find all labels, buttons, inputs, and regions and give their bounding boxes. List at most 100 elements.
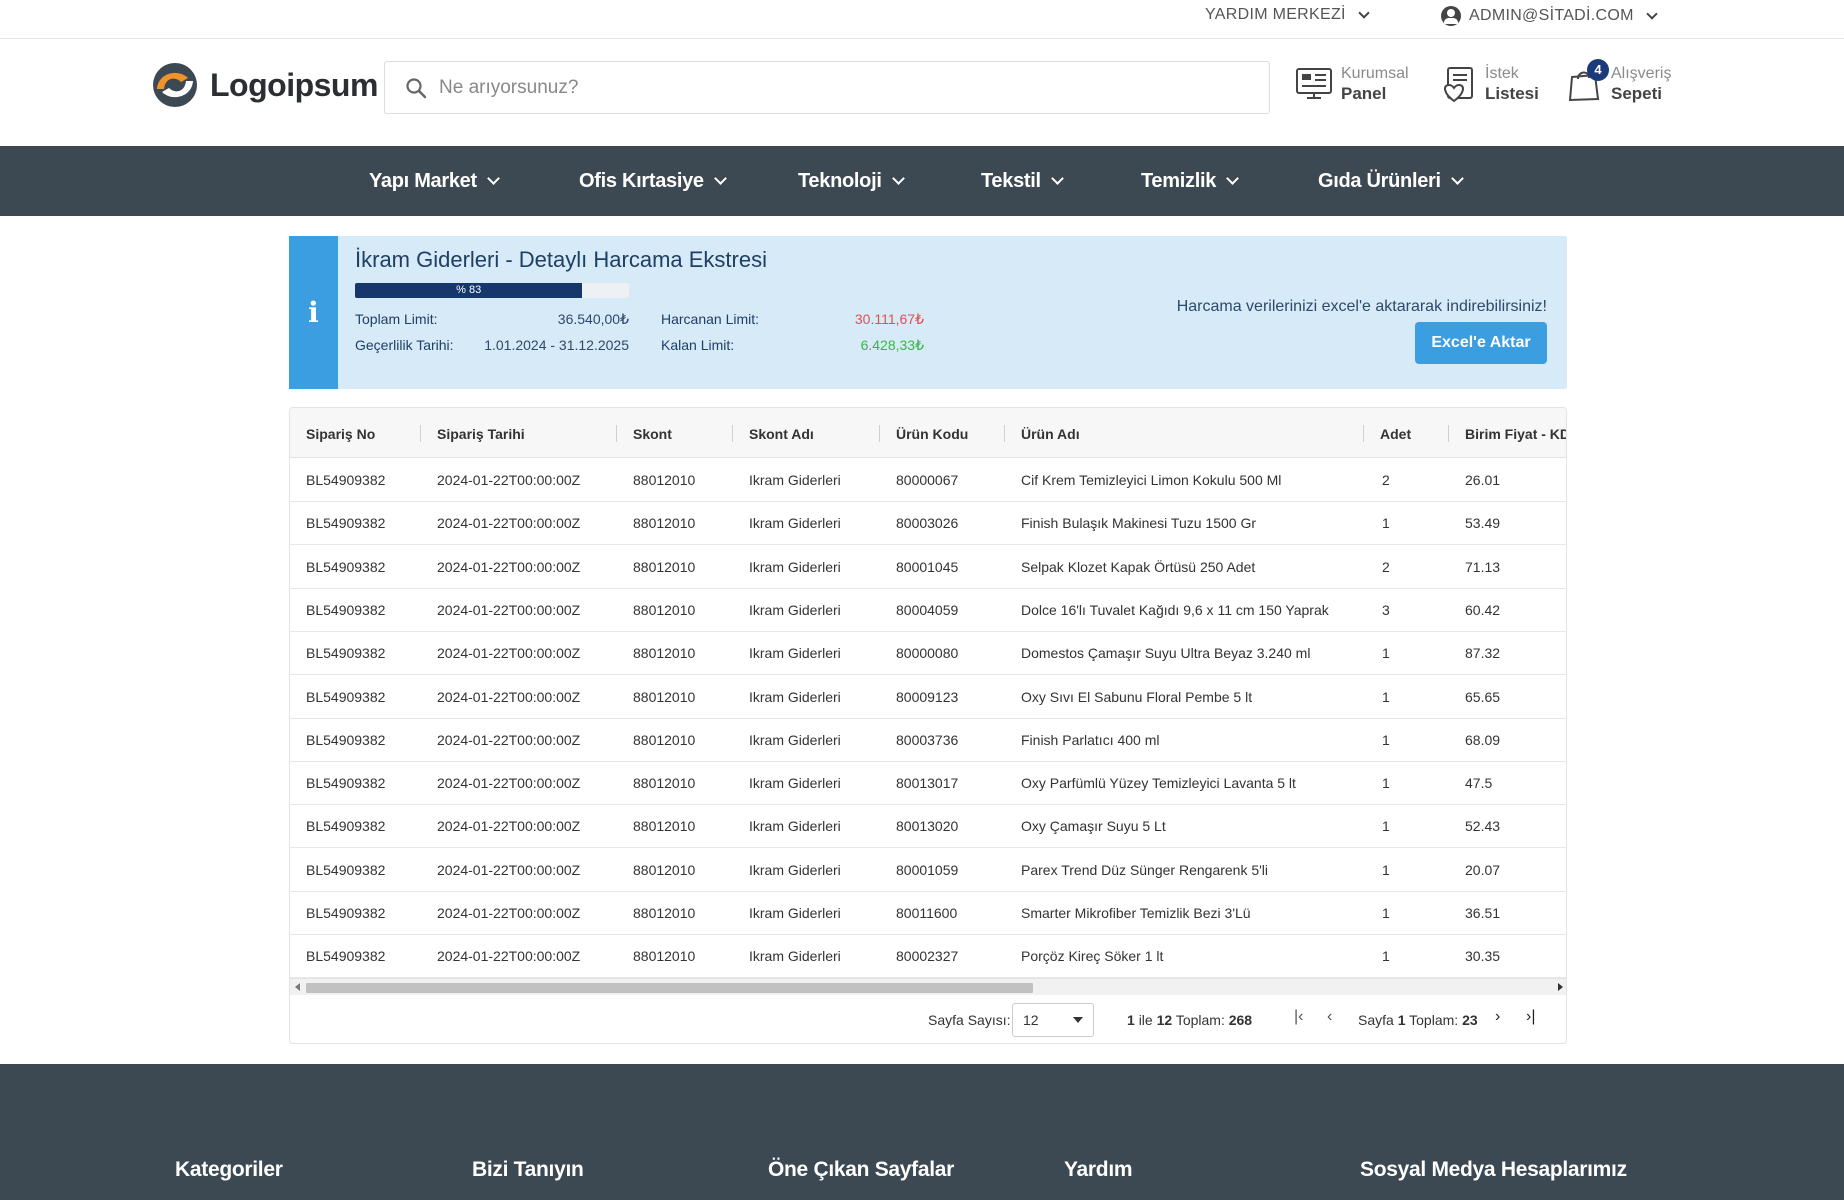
site-header: Logoipsum Kurumsal Panel [0,40,1844,146]
column-header[interactable]: Ürün Adı [1021,426,1080,442]
help-center-label: YARDIM MERKEZİ [1205,6,1346,23]
table-row[interactable]: BL54909382 2024-01-22T00:00:00Z 88012010 Ik… [290,719,1566,762]
order-date-cell: 2024-01-22T00:00:00Z [437,688,581,705]
product-name-cell: Oxy Sıvı El Sabunu Floral Pembe 5 lt [1021,688,1253,705]
discount-code-cell: 88012010 [633,472,696,488]
nav-ofis-kirtasiye[interactable]: Ofis Kırtasiye [579,170,727,193]
total-limit-value: 36.540,00₺ [557,311,629,327]
nav-label: Teknoloji [798,170,882,192]
nav-yapi-market[interactable]: Yapı Market [369,170,500,193]
order-number-cell: BL54909382 [306,948,386,965]
table-row[interactable]: BL54909382 2024-01-22T00:00:00Z 88012010 Ik… [290,632,1566,676]
search-input[interactable] [439,76,1239,99]
unit-price-cell: 30.35 [1465,948,1501,965]
product-name-cell: Cif Krem Temizleyici Limon Kokulu 500 Ml [1021,472,1282,488]
order-number-cell: BL54909382 [306,645,386,662]
unit-price-cell: 60.42 [1465,601,1501,618]
page-info: Sayfa 1 Toplam: 23 [1358,1012,1478,1028]
table-row[interactable]: BL54909382 2024-01-22T00:00:00Z 88012010 Ik… [290,502,1566,546]
order-date-cell: 2024-01-22T00:00:00Z [437,905,581,921]
column-resize-handle[interactable] [1004,425,1005,442]
unit-price-cell: 52.43 [1465,818,1501,835]
user-account-menu[interactable]: ADMIN@SİTADİ.COM [1441,6,1658,26]
order-date-cell: 2024-01-22T00:00:00Z [437,558,581,575]
order-number-cell: BL54909382 [306,818,386,835]
footer-heading-featured-pages: Öne Çıkan Sayfalar [768,1158,955,1181]
last-page-icon[interactable]: ›| [1526,1008,1535,1026]
column-header[interactable]: Sipariş No [306,426,375,442]
page-size-select[interactable]: 12 [1012,1003,1094,1037]
column-header[interactable]: Adet [1380,426,1411,442]
quantity-cell: 1 [1382,905,1390,921]
quantity-cell: 1 [1382,861,1390,878]
product-name-cell: Selpak Klozet Kapak Örtüsü 250 Adet [1021,558,1256,575]
column-resize-handle[interactable] [616,425,617,442]
nav-gida-urunleri[interactable]: Gıda Ürünleri [1318,170,1464,193]
previous-page-icon[interactable]: ‹ [1327,1008,1332,1026]
horizontal-scrollbar[interactable] [290,978,1566,995]
product-name-cell: Smarter Mikrofiber Temizlik Bezi 3'Lü [1021,905,1251,921]
column-resize-handle[interactable] [1448,425,1449,442]
first-page-icon[interactable]: |‹ [1294,1008,1303,1026]
chevron-down-icon [1226,172,1239,185]
orders-table: Sipariş No Sipariş Tarihi Skont Skont Adı Ür… [289,407,1567,1044]
quantity-cell: 1 [1382,688,1390,705]
quantity-cell: 1 [1382,948,1390,965]
unit-price-cell: 65.65 [1465,688,1501,705]
table-row[interactable]: BL54909382 2024-01-22T00:00:00Z 88012010 Ik… [290,849,1566,892]
dashboard-monitor-icon [1296,68,1332,99]
quantity-cell: 1 [1382,775,1390,792]
table-row[interactable]: BL54909382 2024-01-22T00:00:00Z 88012010 Ik… [290,935,1566,979]
budget-progress-bar: % 83 [355,283,629,298]
quantity-cell: 1 [1382,645,1390,662]
site-logo[interactable]: Logoipsum [148,62,378,108]
table-row[interactable]: BL54909382 2024-01-22T00:00:00Z 88012010 Ik… [290,459,1566,502]
scrollbar-thumb[interactable] [306,983,1033,993]
next-page-icon[interactable]: › [1495,1008,1500,1026]
nav-tekstil[interactable]: Tekstil [981,170,1064,193]
table-row[interactable]: BL54909382 2024-01-22T00:00:00Z 88012010 Ik… [290,762,1566,806]
order-date-cell: 2024-01-22T00:00:00Z [437,601,581,618]
corporate-panel-link[interactable]: Kurumsal Panel [1295,64,1409,104]
page-size-value: 12 [1023,1012,1039,1028]
column-header[interactable]: Birim Fiyat - KD [1465,426,1566,442]
nav-temizlik[interactable]: Temizlik [1141,170,1239,193]
export-excel-button[interactable]: Excel'e Aktar [1415,322,1547,364]
unit-price-cell: 71.13 [1465,558,1501,575]
pagination-bar: Sayfa Sayısı: 12 1 ile 12 Toplam: 268 |‹… [290,996,1566,1043]
help-center-menu[interactable]: YARDIM MERKEZİ [1205,6,1370,24]
product-code-cell: 80002327 [896,948,959,965]
table-row[interactable]: BL54909382 2024-01-22T00:00:00Z 88012010 Ik… [290,546,1566,589]
column-header[interactable]: Skont [633,426,672,442]
order-number-cell: BL54909382 [306,775,386,792]
product-name-cell: Finish Bulaşık Makinesi Tuzu 1500 Gr [1021,515,1256,532]
order-number-cell: BL54909382 [306,601,386,618]
column-header[interactable]: Ürün Kodu [896,426,968,442]
column-header[interactable]: Skont Adı [749,426,814,442]
total-limit-label: Toplam Limit: [355,311,438,327]
order-date-cell: 2024-01-22T00:00:00Z [437,731,581,748]
column-header[interactable]: Sipariş Tarihi [437,426,525,442]
scroll-left-arrow-icon[interactable] [295,983,300,991]
product-code-cell: 80011600 [896,905,958,921]
table-row[interactable]: BL54909382 2024-01-22T00:00:00Z 88012010 Ik… [290,589,1566,632]
table-row[interactable]: BL54909382 2024-01-22T00:00:00Z 88012010 Ik… [290,892,1566,935]
shopping-cart-link[interactable]: 4 Alışveriş Sepeti [1567,59,1671,104]
nav-label: Temizlik [1141,170,1217,192]
discount-code-cell: 88012010 [633,601,696,618]
column-resize-handle[interactable] [879,425,880,442]
nav-teknoloji[interactable]: Teknoloji [798,170,905,193]
table-row[interactable]: BL54909382 2024-01-22T00:00:00Z 88012010 Ik… [290,805,1566,849]
scroll-right-arrow-icon[interactable] [1558,983,1563,991]
column-resize-handle[interactable] [1363,425,1364,442]
quantity-cell: 1 [1382,731,1390,748]
discount-name-cell: Ikram Giderleri [749,601,841,618]
column-resize-handle[interactable] [732,425,733,442]
category-nav: Yapı Market Ofis Kırtasiye Teknoloji Tek… [0,146,1844,216]
wishlist-link[interactable]: İstek Listesi [1441,64,1539,104]
product-code-cell: 80001059 [896,861,959,878]
discount-code-cell: 88012010 [633,948,696,965]
column-resize-handle[interactable] [420,425,421,442]
discount-code-cell: 88012010 [633,861,696,878]
table-row[interactable]: BL54909382 2024-01-22T00:00:00Z 88012010 Ik… [290,676,1566,719]
